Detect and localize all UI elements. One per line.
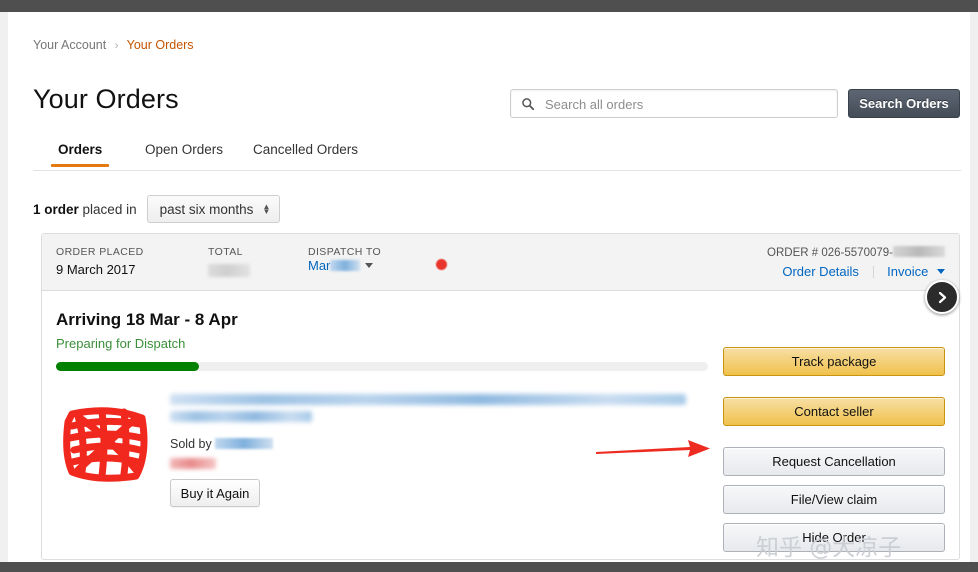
dispatch-to-redacted [330,260,361,271]
sold-by-label: Sold by [170,437,212,451]
tab-cancelled-orders[interactable]: Cancelled Orders [253,142,358,157]
browser-bottom-bar [0,562,978,572]
page-title: Your Orders [33,84,179,114]
breadcrumb-your-orders[interactable]: Your Orders [127,38,194,52]
tabs-divider [33,170,961,171]
order-number-label: ORDER # [767,247,819,259]
search-icon [522,98,535,111]
invoice-caret-down-icon[interactable] [937,269,945,274]
search-box[interactable] [510,89,838,119]
breadcrumb-separator-icon: › [114,40,119,52]
order-total-redacted [208,264,250,277]
order-total-label: TOTAL [208,246,243,258]
orders-filter-row: 1 order placed in past six months ▲ ▼ [33,194,281,224]
sold-by-row: Sold by [170,437,273,451]
order-placed-block: ORDER PLACED 9 March 2017 [56,246,144,277]
buy-it-again-button[interactable]: Buy it Again [170,479,260,507]
order-action-links: Order Details Invoice [767,264,945,279]
caret-down-icon [365,263,374,268]
page-left-margin [0,12,8,562]
request-cancellation-button[interactable]: Request Cancellation [723,447,945,476]
order-number-block: ORDER # 026-5570079- Order Details Invoi… [767,246,945,279]
shipment-progress-bar [56,362,708,371]
order-card: ORDER PLACED 9 March 2017 TOTAL DISPATCH… [41,233,960,560]
tab-orders[interactable]: Orders [51,142,110,167]
invoice-link[interactable]: Invoice [887,264,928,279]
red-arrow-annotation [596,440,710,457]
next-order-button[interactable] [925,280,959,314]
breadcrumb: Your Account › Your Orders [33,38,194,52]
tab-open-orders-label: Open Orders [145,142,224,157]
tab-orders-label: Orders [58,142,103,157]
dispatch-to-block: DISPATCH TO Mar [308,246,381,273]
shipment-progress-fill [56,362,200,371]
tab-cancelled-orders-label: Cancelled Orders [253,142,359,157]
order-total-block: TOTAL [208,246,250,282]
watermark: 知乎 @大凉子 [756,535,902,561]
order-details-link[interactable]: Order Details [782,264,859,279]
chevron-right-icon [938,291,946,303]
order-count-text: 1 order placed in [33,202,137,217]
product-thumbnail[interactable] [58,392,154,488]
browser-top-bar [0,0,978,12]
time-period-value: past six months [159,201,254,217]
seller-name-redacted[interactable] [214,438,273,449]
shipment-status: Preparing for Dispatch [56,336,186,351]
updown-arrows-icon: ▲ ▼ [262,202,271,216]
tab-active-underline [51,164,110,167]
order-number: ORDER # 026-5570079- [767,246,945,259]
red-dot-annotation [436,259,447,270]
order-count: 1 order [33,201,79,217]
dispatch-to-label: DISPATCH TO [308,246,382,258]
file-view-claim-button[interactable]: File/View claim [723,485,945,514]
product-price-redacted [170,458,216,469]
page-right-margin [970,12,978,562]
order-placed-label: ORDER PLACED [56,246,144,258]
search-orders-button[interactable]: Search Orders [848,89,960,118]
time-period-select[interactable]: past six months ▲ ▼ [146,195,281,223]
order-placed-value: 9 March 2017 [56,262,136,277]
arriving-title: Arriving 18 Mar - 8 Apr [56,310,238,329]
contact-seller-button[interactable]: Contact seller [723,397,945,426]
placed-in-label: placed in [82,201,137,217]
dispatch-to-name: Mar [308,258,331,273]
breadcrumb-your-account[interactable]: Your Account [33,38,106,52]
track-package-button[interactable]: Track package [723,347,945,376]
order-number-redacted [893,246,945,257]
browser-screen: Your Account › Your Orders Your Orders S… [0,0,978,572]
order-card-header: ORDER PLACED 9 March 2017 TOTAL DISPATCH… [42,234,959,291]
orders-tabs: Orders Open Orders Cancelled Orders [33,142,961,171]
tab-open-orders[interactable]: Open Orders [145,142,223,157]
search-input[interactable] [543,90,835,119]
dispatch-to-value[interactable]: Mar [308,258,381,273]
orders-page: Your Account › Your Orders Your Orders S… [8,12,970,562]
order-number-value: 026-5570079- [821,247,893,259]
product-title-redacted[interactable] [170,394,690,428]
links-divider [872,266,874,278]
